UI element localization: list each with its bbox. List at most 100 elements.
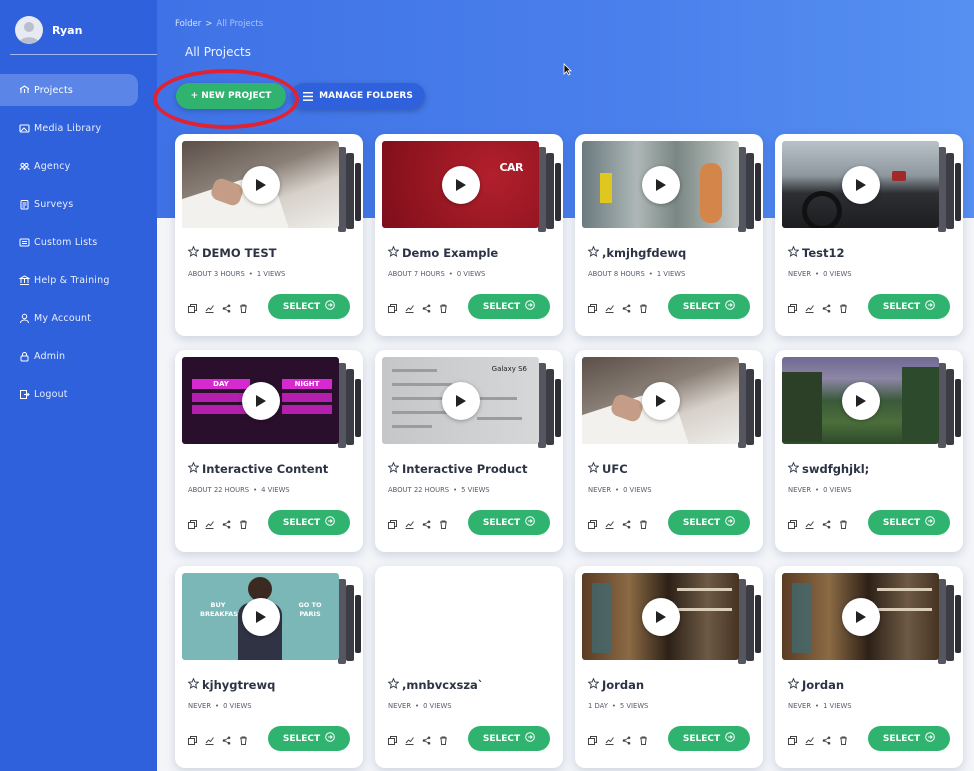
select-button[interactable]: SELECT (868, 726, 950, 751)
star-icon[interactable] (587, 677, 600, 692)
analytics-icon[interactable] (405, 298, 414, 313)
trash-icon[interactable] (239, 514, 248, 529)
select-button[interactable]: SELECT (268, 510, 350, 535)
share-icon[interactable] (222, 298, 231, 313)
project-title[interactable]: kjhygtrewq (187, 677, 275, 692)
project-card[interactable]: ,mnbvcxsza` NEVER • 0 VIEWS SELECT (375, 566, 563, 768)
select-button[interactable]: SELECT (468, 726, 550, 751)
play-icon[interactable] (441, 381, 480, 420)
project-title[interactable]: ,kmjhgfdewq (587, 245, 686, 260)
play-icon[interactable] (641, 381, 680, 420)
new-project-button[interactable]: + NEW PROJECT (176, 83, 286, 109)
trash-icon[interactable] (839, 298, 848, 313)
trash-icon[interactable] (839, 730, 848, 745)
project-title[interactable]: Interactive Content (187, 461, 328, 476)
project-card[interactable]: Jordan 1 DAY • 5 VIEWS SELECT (575, 566, 763, 768)
project-title[interactable]: Demo Example (387, 245, 498, 260)
copy-icon[interactable] (188, 298, 197, 313)
share-icon[interactable] (222, 514, 231, 529)
copy-icon[interactable] (588, 298, 597, 313)
share-icon[interactable] (422, 730, 431, 745)
project-card[interactable]: BUY BREAKFAST GO TO PARIS kjhygtrewq NEVER •… (175, 566, 363, 768)
video-thumbnail[interactable] (582, 573, 739, 660)
copy-icon[interactable] (588, 514, 597, 529)
copy-icon[interactable] (388, 730, 397, 745)
play-icon[interactable] (241, 165, 280, 204)
project-card[interactable]: Test12 NEVER • 0 VIEWS SELECT (775, 134, 963, 336)
star-icon[interactable] (387, 245, 400, 260)
play-icon[interactable] (241, 597, 280, 636)
copy-icon[interactable] (788, 730, 797, 745)
copy-icon[interactable] (188, 514, 197, 529)
select-button[interactable]: SELECT (268, 294, 350, 319)
video-thumbnail[interactable] (182, 141, 339, 228)
project-title[interactable]: Test12 (787, 245, 844, 260)
star-icon[interactable] (787, 245, 800, 260)
share-icon[interactable] (422, 514, 431, 529)
share-icon[interactable] (422, 298, 431, 313)
trash-icon[interactable] (439, 298, 448, 313)
project-title[interactable]: ,mnbvcxsza` (387, 677, 484, 692)
video-thumbnail[interactable] (582, 141, 739, 228)
trash-icon[interactable] (639, 730, 648, 745)
select-button[interactable]: SELECT (468, 294, 550, 319)
select-button[interactable]: SELECT (668, 294, 750, 319)
play-icon[interactable] (241, 381, 280, 420)
analytics-icon[interactable] (205, 514, 214, 529)
trash-icon[interactable] (439, 514, 448, 529)
project-title[interactable]: DEMO TEST (187, 245, 276, 260)
share-icon[interactable] (822, 730, 831, 745)
star-icon[interactable] (187, 461, 200, 476)
sidebar-item-media-library[interactable]: Media Library (0, 112, 138, 144)
share-icon[interactable] (822, 298, 831, 313)
project-card[interactable]: UFC NEVER • 0 VIEWS SELECT (575, 350, 763, 552)
share-icon[interactable] (622, 298, 631, 313)
trash-icon[interactable] (239, 298, 248, 313)
analytics-icon[interactable] (805, 730, 814, 745)
trash-icon[interactable] (839, 514, 848, 529)
play-icon[interactable] (641, 165, 680, 204)
select-button[interactable]: SELECT (468, 510, 550, 535)
project-title[interactable]: Interactive Product (387, 461, 527, 476)
play-icon[interactable] (841, 165, 880, 204)
sidebar-item-custom-lists[interactable]: Custom Lists (0, 226, 138, 258)
project-card[interactable]: CAR Demo Example ABOUT 7 HOURS • 0 VIEWS SELE… (375, 134, 563, 336)
copy-icon[interactable] (188, 730, 197, 745)
trash-icon[interactable] (239, 730, 248, 745)
analytics-icon[interactable] (805, 298, 814, 313)
star-icon[interactable] (587, 461, 600, 476)
star-icon[interactable] (187, 677, 200, 692)
video-thumbnail[interactable]: DAY NIGHT (182, 357, 339, 444)
analytics-icon[interactable] (605, 730, 614, 745)
project-card[interactable]: Jordan NEVER • 1 VIEWS SELECT (775, 566, 963, 768)
star-icon[interactable] (387, 461, 400, 476)
play-icon[interactable] (841, 597, 880, 636)
project-card[interactable]: swdfghjkl; NEVER • 0 VIEWS SELECT (775, 350, 963, 552)
user-profile[interactable]: Ryan (15, 16, 82, 44)
select-button[interactable]: SELECT (668, 510, 750, 535)
video-thumbnail[interactable] (782, 141, 939, 228)
analytics-icon[interactable] (205, 730, 214, 745)
play-icon[interactable] (841, 381, 880, 420)
sidebar-item-admin[interactable]: Admin (0, 340, 138, 372)
trash-icon[interactable] (439, 730, 448, 745)
video-thumbnail[interactable]: Galaxy S6 (382, 357, 539, 444)
select-button[interactable]: SELECT (668, 726, 750, 751)
video-thumbnail[interactable] (782, 357, 939, 444)
star-icon[interactable] (787, 461, 800, 476)
play-icon[interactable] (441, 165, 480, 204)
select-button[interactable]: SELECT (268, 726, 350, 751)
star-icon[interactable] (187, 245, 200, 260)
video-thumbnail[interactable] (582, 357, 739, 444)
trash-icon[interactable] (639, 298, 648, 313)
play-icon[interactable] (641, 597, 680, 636)
share-icon[interactable] (622, 514, 631, 529)
sidebar-item-logout[interactable]: Logout (0, 378, 138, 410)
select-button[interactable]: SELECT (868, 510, 950, 535)
star-icon[interactable] (387, 677, 400, 692)
project-title[interactable]: Jordan (787, 677, 844, 692)
analytics-icon[interactable] (605, 298, 614, 313)
star-icon[interactable] (787, 677, 800, 692)
select-button[interactable]: SELECT (868, 294, 950, 319)
trash-icon[interactable] (639, 514, 648, 529)
